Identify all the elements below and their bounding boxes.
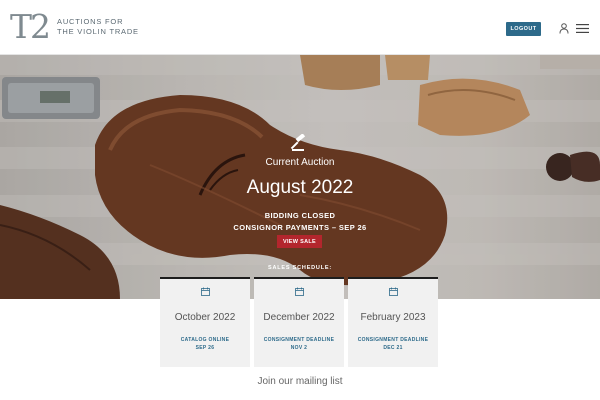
schedule-card-event: CONSIGNMENT DEADLINE — [263, 337, 335, 343]
view-sale-button[interactable]: VIEW SALE — [277, 235, 322, 248]
sales-schedule-label: SALES SCHEDULE: — [268, 265, 332, 271]
schedule-card[interactable]: December 2022 CONSIGNMENT DEADLINE NOV 2 — [254, 277, 344, 367]
site-header: T2 AUCTIONS FOR THE VIOLIN TRADE LOGOUT — [0, 0, 600, 55]
site-logo[interactable]: T2 AUCTIONS FOR THE VIOLIN TRADE — [10, 10, 139, 44]
schedule-card-title: December 2022 — [263, 312, 335, 323]
calendar-icon — [201, 287, 210, 296]
logo-line-2: THE VIOLIN TRADE — [57, 27, 139, 36]
auction-subtext: CONSIGNOR PAYMENTS – SEP 26 — [233, 223, 367, 232]
mailing-list-link[interactable]: Join our mailing list — [180, 376, 420, 387]
gavel-icon — [290, 134, 306, 151]
calendar-icon — [389, 287, 398, 296]
schedule-card-date: DEC 21 — [383, 345, 403, 351]
schedule-card[interactable]: October 2022 CATALOG ONLINE SEP 26 — [160, 277, 250, 367]
logo-line-1: AUCTIONS FOR — [57, 17, 124, 26]
auction-label: Current Auction — [265, 157, 335, 168]
hero-content: Current Auction August 2022 BIDDING CLOS… — [0, 55, 600, 299]
schedule-card-date: SEP 26 — [195, 345, 215, 351]
auction-title: August 2022 — [246, 177, 354, 198]
auction-status: BIDDING CLOSED — [264, 211, 336, 220]
schedule-card-event: CATALOG ONLINE — [180, 337, 230, 343]
menu-icon[interactable] — [576, 24, 589, 33]
schedule-card[interactable]: February 2023 CONSIGNMENT DEADLINE DEC 2… — [348, 277, 438, 367]
logo-tagline: AUCTIONS FOR THE VIOLIN TRADE — [57, 17, 139, 37]
schedule-card-date: NOV 2 — [290, 345, 308, 351]
schedule-card-title: February 2023 — [360, 312, 426, 323]
user-icon[interactable] — [559, 23, 569, 34]
calendar-icon — [295, 287, 304, 296]
sales-schedule: October 2022 CATALOG ONLINE SEP 26 Decem… — [160, 277, 440, 367]
hero-banner: Current Auction August 2022 BIDDING CLOS… — [0, 55, 600, 299]
logo-mark: T2 — [10, 7, 51, 46]
schedule-card-title: October 2022 — [174, 312, 236, 323]
schedule-card-event: CONSIGNMENT DEADLINE — [357, 337, 429, 343]
logout-button[interactable]: LOGOUT — [506, 22, 541, 36]
